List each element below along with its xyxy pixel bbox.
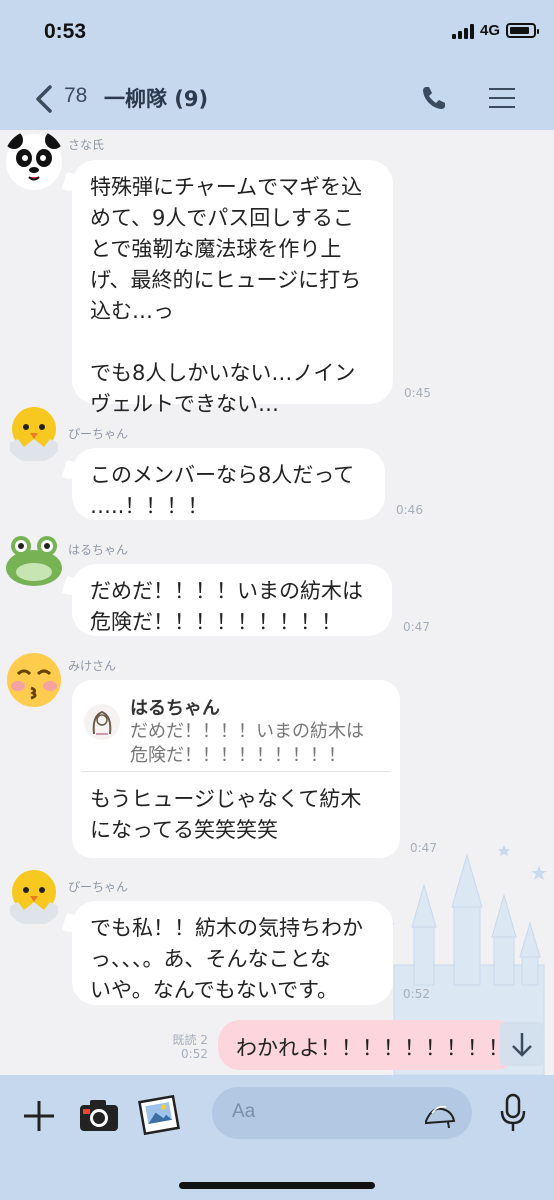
- chick-icon: [10, 407, 58, 461]
- room-title: 一柳隊 (9): [104, 87, 209, 111]
- unread-count[interactable]: 78: [64, 84, 87, 108]
- quoted-sender-name: はるちゃん: [130, 698, 220, 719]
- network-type: 4G: [479, 22, 500, 39]
- status-time: 0:53: [44, 20, 87, 43]
- sender-name: はるちゃん: [68, 543, 129, 557]
- message-time: 0:46: [396, 503, 423, 517]
- frog-icon: [6, 536, 62, 586]
- sender-name: ぴーちゃん: [68, 427, 129, 441]
- phone-icon[interactable]: [420, 84, 448, 112]
- kissing-face-icon: [7, 653, 61, 707]
- message-bubble[interactable]: 特殊弾にチャームでマギを込 めて、9人でパス回しするこ とで強靭な魔法球を作り上…: [72, 160, 393, 416]
- message-input[interactable]: Aa: [212, 1087, 472, 1139]
- status-indicators: 4G: [451, 22, 539, 39]
- scroll-to-bottom-button[interactable]: [500, 1022, 544, 1066]
- message-bubble[interactable]: だめだ！！！！いまの紡木は 危険だ！！！！！！！！！: [72, 564, 392, 636]
- girl-drawing-icon: [92, 710, 112, 735]
- quoted-text: だめだ！！！！いまの紡木は 危険だ！！！！！！！！！: [130, 721, 364, 766]
- chick-avatar[interactable]: [4, 866, 64, 926]
- microphone-icon[interactable]: [498, 1093, 528, 1133]
- quoted-avatar: [84, 704, 120, 740]
- message-time: 0:47: [410, 841, 437, 855]
- message-time: 0:52: [403, 987, 430, 1001]
- my-message-bubble[interactable]: わかれよ！！！！！！！！！: [218, 1020, 518, 1070]
- menu-icon[interactable]: [488, 86, 516, 110]
- message-time: 0:47: [403, 620, 430, 634]
- message-text: もうヒュージじゃなくて紡木 になってる笑笑笑笑: [90, 787, 362, 842]
- panda-avatar[interactable]: [4, 130, 64, 190]
- reply-message-bubble[interactable]: はるちゃん だめだ！！！！いまの紡木は 危険だ！！！！！！！！！ もうヒュージじ…: [72, 680, 400, 858]
- plus-icon[interactable]: [22, 1099, 56, 1133]
- chat-area[interactable]: さな氏 特殊弾にチャームでマギを込 めて、9人でパス回しするこ とで強靭な魔法球…: [0, 130, 554, 1075]
- kiss-face-avatar[interactable]: [4, 650, 64, 710]
- quoted-message[interactable]: はるちゃん だめだ！！！！いまの紡木は 危険だ！！！！！！！！！: [82, 690, 390, 772]
- image-icon[interactable]: [136, 1093, 182, 1137]
- glass-slipper-icon[interactable]: [422, 1097, 458, 1129]
- signal-icon: [451, 23, 474, 39]
- back-arrow-icon[interactable]: [30, 82, 60, 116]
- message-bubble[interactable]: このメンバーなら8人だって …..！！！！: [72, 448, 385, 520]
- message-time: 0:52: [181, 1047, 208, 1061]
- chick-avatar[interactable]: [4, 403, 64, 463]
- top-bar: 0:53 4G 78 一柳隊 (9): [0, 0, 554, 130]
- camera-icon[interactable]: [78, 1097, 120, 1133]
- chat-header: 78 一柳隊 (9): [0, 72, 554, 124]
- frog-avatar[interactable]: [4, 530, 64, 590]
- battery-icon: [506, 23, 539, 38]
- read-receipt: 既読 2: [172, 1033, 208, 1047]
- sender-name: さな氏: [68, 138, 105, 152]
- chick-icon: [10, 870, 58, 924]
- message-time: 0:45: [404, 386, 431, 400]
- sender-name: ぴーちゃん: [68, 880, 129, 894]
- arrow-down-icon: [512, 1033, 532, 1057]
- panda-icon: [5, 131, 63, 190]
- message-bubble[interactable]: でも私！！紡木の気持ちわか っ、、、。あ、そんなことな いや。なんでもないです。: [72, 901, 393, 1005]
- input-placeholder: Aa: [232, 1101, 256, 1122]
- home-indicator[interactable]: [179, 1182, 375, 1189]
- sender-name: みけさん: [68, 659, 117, 673]
